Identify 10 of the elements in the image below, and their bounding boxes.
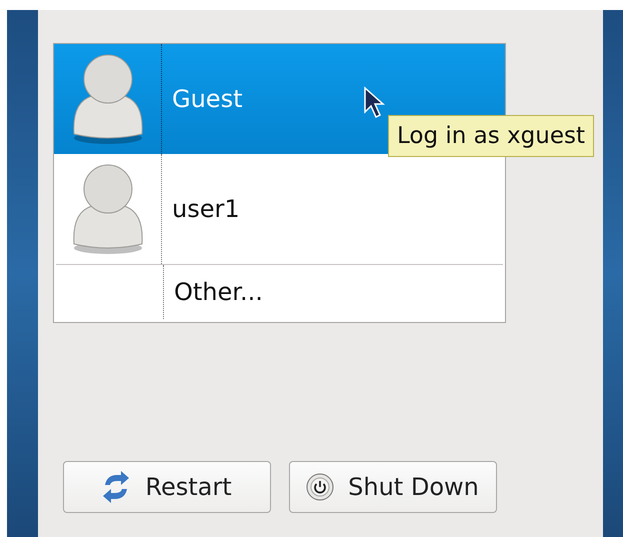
- restart-button[interactable]: Restart: [62, 461, 270, 513]
- user-name: user1: [172, 195, 240, 223]
- power-icon: [306, 473, 334, 501]
- user-name: Guest: [172, 85, 242, 113]
- user-name: Other...: [174, 278, 263, 306]
- tooltip: Log in as xguest: [388, 115, 594, 157]
- user-list-item[interactable]: Other...: [56, 264, 503, 319]
- refresh-icon: [101, 471, 132, 503]
- mouse-pointer-icon: [363, 86, 385, 120]
- shut-down-button[interactable]: Shut Down: [288, 461, 496, 513]
